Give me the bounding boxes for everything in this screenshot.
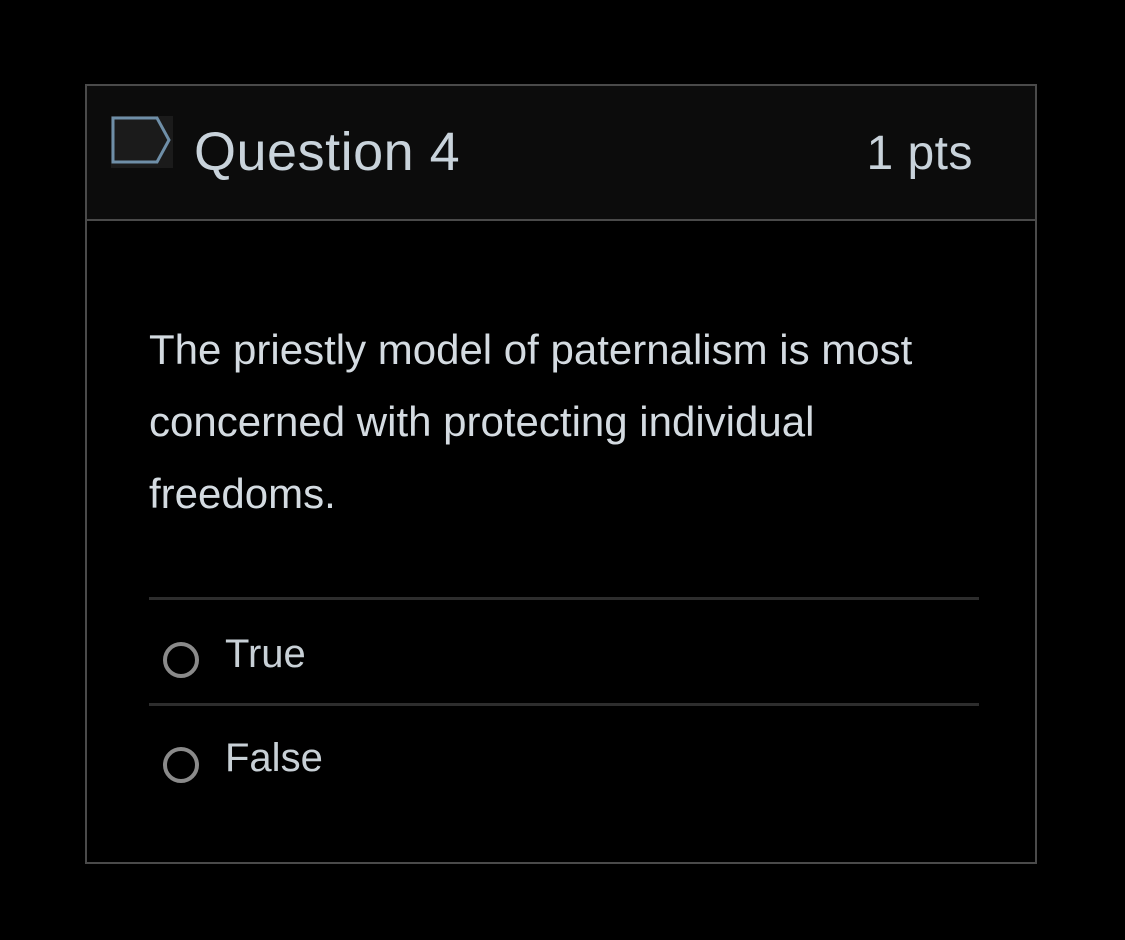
question-title: Question 4 (194, 122, 461, 182)
question-header: Question 4 1 pts (87, 86, 1035, 221)
answer-option-true[interactable]: True (149, 600, 979, 706)
radio-button-true[interactable] (163, 642, 199, 678)
question-points: 1 pts (866, 127, 973, 180)
question-card: Question 4 1 pts The priestly model of p… (85, 84, 1037, 864)
answer-option-false[interactable]: False (149, 706, 979, 809)
flag-question-icon[interactable] (111, 116, 173, 168)
answer-label-true[interactable]: True (225, 630, 306, 678)
radio-button-false[interactable] (163, 747, 199, 783)
answer-label-false[interactable]: False (225, 734, 323, 782)
question-text: The priestly model of paternalism is mos… (149, 326, 913, 517)
